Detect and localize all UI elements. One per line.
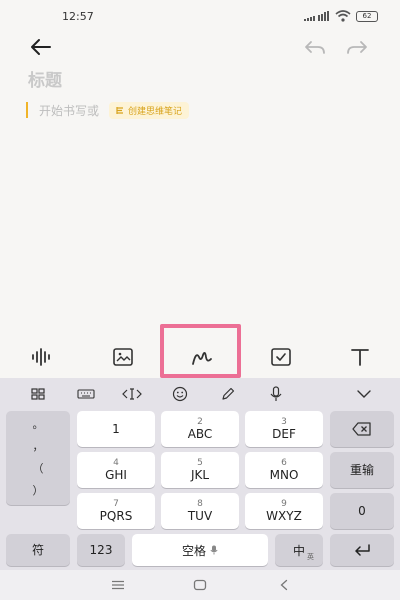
home-icon (193, 579, 207, 591)
language-label: 中 (292, 543, 305, 558)
menu-button[interactable] (108, 576, 128, 594)
note-body-input[interactable]: 开始书写或 创建思维笔记 (26, 100, 190, 120)
number-mode-label: 123 (89, 542, 113, 557)
punct-key[interactable]: ， (6, 437, 70, 455)
microphone-icon[interactable] (266, 384, 286, 404)
navigation-bar (0, 570, 400, 600)
reenter-button[interactable]: 重输 (330, 452, 394, 488)
key-letters: WXYZ (266, 508, 302, 523)
key-9[interactable]: 9 WXYZ (245, 493, 323, 529)
chevron-left-icon (280, 579, 288, 591)
punct-key[interactable]: （ (6, 459, 70, 477)
audio-wave-icon[interactable] (28, 343, 56, 371)
punct-key[interactable]: 。 (6, 415, 70, 433)
emoji-icon[interactable] (170, 384, 190, 404)
wifi-icon (335, 10, 351, 22)
keyboard-toolbar (0, 378, 400, 410)
body-placeholder: 开始书写或 (39, 103, 100, 118)
key-number: 7 (113, 498, 119, 509)
key-letters: 0 (358, 503, 366, 518)
status-icons: 62 (304, 10, 378, 22)
redo-button[interactable] (344, 35, 370, 59)
key-7[interactable]: 7 PQRS (77, 493, 155, 529)
image-icon[interactable] (109, 343, 137, 371)
key-letters: MNO (269, 467, 299, 482)
highlight-box (160, 324, 241, 378)
signal-icon (304, 11, 330, 21)
space-button[interactable]: 空格 (132, 534, 268, 566)
pencil-icon[interactable] (218, 384, 238, 404)
key-letters: JKL (190, 467, 210, 482)
text-cursor (26, 102, 28, 118)
keyboard-layout-icon[interactable] (76, 384, 96, 404)
key-letters: TUV (187, 508, 213, 523)
key-number: 8 (197, 498, 203, 509)
symbol-label: 符 (31, 542, 44, 557)
mindmap-icon (116, 106, 124, 114)
key-letters: DEF (272, 426, 296, 441)
punct-key[interactable]: ） (6, 481, 70, 499)
back-button[interactable] (28, 35, 54, 59)
key-2[interactable]: 2 ABC (161, 411, 239, 447)
grid-icon[interactable] (28, 384, 48, 404)
key-number: 5 (197, 457, 203, 468)
status-time: 12:57 (62, 9, 94, 23)
key-letters: ABC (187, 426, 213, 441)
number-mode-button[interactable]: 123 (77, 534, 125, 566)
key-letters: PQRS (99, 508, 133, 523)
key-number: 9 (281, 498, 287, 509)
reenter-label: 重输 (349, 462, 374, 477)
backspace-button[interactable] (330, 411, 394, 447)
note-title-input[interactable]: 标题 (28, 66, 62, 91)
keyboard: 。 ， （ ） 1 2 ABC 3 DEF 4 GHI 5 JKL 6 MNO … (0, 378, 400, 570)
checklist-icon[interactable] (267, 343, 295, 371)
top-toolbar (0, 32, 400, 62)
redo-icon (347, 41, 367, 54)
key-4[interactable]: 4 GHI (77, 452, 155, 488)
language-sub-label: 英 (307, 552, 314, 561)
backspace-icon (352, 422, 371, 436)
home-button[interactable] (190, 576, 210, 594)
language-toggle-button[interactable]: 中 英 (275, 534, 323, 566)
text-format-icon[interactable] (346, 343, 374, 371)
enter-button[interactable] (330, 534, 394, 566)
chevron-down-icon[interactable] (354, 384, 374, 404)
key-number: 2 (197, 416, 203, 427)
punctuation-column[interactable]: 。 ， （ ） (6, 411, 70, 505)
symbol-button[interactable]: 符 (6, 534, 70, 566)
mindmap-chip-label: 创建思维笔记 (128, 106, 183, 117)
menu-icon (112, 580, 124, 590)
nav-back-button[interactable] (274, 576, 294, 594)
key-0[interactable]: 0 (330, 493, 394, 529)
space-label: 空格 (181, 543, 206, 558)
undo-button[interactable] (302, 35, 328, 59)
status-bar: 12:57 62 (0, 0, 400, 32)
key-letters: GHI (105, 467, 127, 482)
key-number: 4 (113, 457, 119, 468)
key-8[interactable]: 8 TUV (161, 493, 239, 529)
key-letters: 1 (112, 421, 120, 436)
microphone-icon (210, 545, 218, 555)
battery-icon: 62 (356, 10, 378, 22)
key-number: 3 (281, 416, 287, 427)
enter-icon (355, 544, 370, 556)
cursor-move-icon[interactable] (122, 384, 142, 404)
key-5[interactable]: 5 JKL (161, 452, 239, 488)
key-1[interactable]: 1 (77, 411, 155, 447)
undo-icon (305, 41, 325, 54)
create-mindmap-button[interactable]: 创建思维笔记 (109, 101, 190, 119)
key-6[interactable]: 6 MNO (245, 452, 323, 488)
key-number: 6 (281, 457, 287, 468)
key-3[interactable]: 3 DEF (245, 411, 323, 447)
arrow-left-icon (31, 39, 51, 55)
